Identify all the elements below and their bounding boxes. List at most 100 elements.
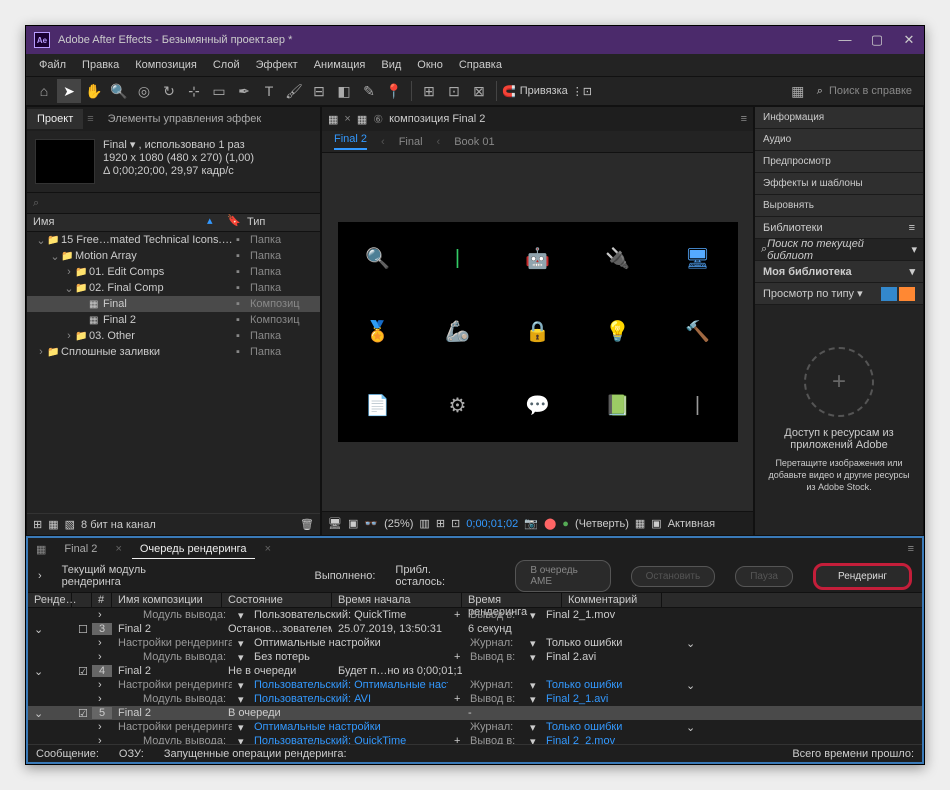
- ame-queue-button[interactable]: В очередь AME: [515, 560, 610, 592]
- puppet-tool[interactable]: 📍: [382, 79, 406, 103]
- zoom-value[interactable]: (25%): [384, 518, 413, 530]
- menu-Слой[interactable]: Слой: [206, 57, 247, 73]
- pause-button[interactable]: Пауза: [735, 566, 793, 587]
- tab-comp-final2[interactable]: Final 2: [56, 540, 105, 558]
- panel-Эффекты и шаблоны[interactable]: Эффекты и шаблоны: [755, 173, 923, 195]
- comp-icon[interactable]: ▧: [65, 518, 75, 531]
- roto-tool[interactable]: ✎: [357, 79, 381, 103]
- queue-body[interactable]: ›Модуль вывода:▾Пользовательский: QuickT…: [28, 608, 922, 744]
- anchor-tool[interactable]: ⊹: [182, 79, 206, 103]
- menu-Анимация[interactable]: Анимация: [307, 57, 373, 73]
- panel-menu-icon[interactable]: ≡: [83, 113, 97, 125]
- library-view-mode[interactable]: Просмотр по типу ▾: [755, 283, 923, 305]
- grid-icon[interactable]: ⊞: [436, 517, 445, 530]
- tree-row[interactable]: ▦Final▪Композиц: [27, 296, 320, 312]
- view-mode-icon[interactable]: ▦: [635, 517, 645, 530]
- stop-button[interactable]: Остановить: [631, 566, 716, 587]
- mask-icon[interactable]: ▣: [348, 517, 358, 530]
- tab-project[interactable]: Проект: [27, 109, 83, 129]
- snapshot-icon[interactable]: 📷: [524, 517, 538, 530]
- grid-view-icon[interactable]: [881, 287, 897, 301]
- orbit-tool[interactable]: ◎: [132, 79, 156, 103]
- panel-Аудио[interactable]: Аудио: [755, 129, 923, 151]
- folder-icon[interactable]: ▦: [48, 518, 58, 531]
- menu-Композиция[interactable]: Композиция: [128, 57, 204, 73]
- draft-icon[interactable]: ▣: [651, 517, 661, 530]
- panel-Выровнять[interactable]: Выровнять: [755, 195, 923, 217]
- queue-row[interactable]: ⌄☑5Final 2В очереди-: [28, 706, 922, 720]
- subtab-Final 2[interactable]: Final 2: [334, 133, 367, 150]
- tree-row[interactable]: ⌄📁15 Free…mated Technical Icons.aep▪Папк…: [27, 232, 320, 248]
- guides-icon[interactable]: ⊡: [451, 517, 460, 530]
- tree-row[interactable]: ›📁03. Other▪Папка: [27, 328, 320, 344]
- titlebar[interactable]: Ae Adobe After Effects - Безымянный прое…: [26, 26, 924, 54]
- minimize-button[interactable]: —: [838, 32, 852, 48]
- rotate-tool[interactable]: ↻: [157, 79, 181, 103]
- close-button[interactable]: ✕: [902, 32, 916, 48]
- tree-row[interactable]: ▦Final 2▪Композиц: [27, 312, 320, 328]
- region-icon[interactable]: ⬤: [544, 517, 556, 530]
- subtab-Book 01[interactable]: Book 01: [454, 136, 494, 148]
- menu-Правка[interactable]: Правка: [75, 57, 126, 73]
- project-tree[interactable]: ⌄📁15 Free…mated Technical Icons.aep▪Папк…: [27, 232, 320, 513]
- subtab-Final[interactable]: Final: [399, 136, 423, 148]
- maximize-button[interactable]: ▢: [870, 32, 884, 48]
- zoom-tool[interactable]: 🔍: [107, 79, 131, 103]
- delete-icon[interactable]: 🗑: [300, 518, 314, 531]
- panel-Предпросмотр[interactable]: Предпросмотр: [755, 151, 923, 173]
- queue-row[interactable]: ›Настройки рендеринга:▾Пользовательский:…: [28, 678, 922, 692]
- menu-Окно[interactable]: Окно: [410, 57, 450, 73]
- type-tool[interactable]: T: [257, 79, 281, 103]
- home-tool[interactable]: ⌂: [32, 79, 56, 103]
- panel-menu-icon[interactable]: ≡: [908, 543, 914, 555]
- tree-row[interactable]: ›📁01. Edit Comps▪Папка: [27, 264, 320, 280]
- quality-value[interactable]: (Четверть): [575, 518, 629, 530]
- local-axis-icon[interactable]: ⊞: [417, 79, 441, 103]
- layout-icon[interactable]: ▦: [328, 113, 338, 126]
- selection-tool[interactable]: ➤: [57, 79, 81, 103]
- project-search[interactable]: ⌕: [27, 192, 320, 214]
- viewport[interactable]: 🔍|🤖🔌🖥🏅🦾🔒💡🔨📄⚙💬📗|: [322, 153, 753, 511]
- queue-row[interactable]: ›Настройки рендеринга:▾Оптимальные настр…: [28, 636, 922, 650]
- library-selector[interactable]: Моя библиотека▾: [755, 261, 923, 283]
- hand-tool[interactable]: ✋: [82, 79, 106, 103]
- view-axis-icon[interactable]: ⊠: [467, 79, 491, 103]
- menu-Эффект[interactable]: Эффект: [249, 57, 305, 73]
- clone-tool[interactable]: ⊟: [307, 79, 331, 103]
- library-search[interactable]: ⌕ Поиск по текущей библиот ▾: [755, 239, 923, 261]
- panel-menu-icon[interactable]: ≡: [909, 222, 915, 234]
- eraser-tool[interactable]: ◧: [332, 79, 356, 103]
- brush-tool[interactable]: 🖌: [282, 79, 306, 103]
- world-axis-icon[interactable]: ⊡: [442, 79, 466, 103]
- list-view-icon[interactable]: [899, 287, 915, 301]
- queue-row[interactable]: ›Модуль вывода:▾Пользовательский: QuickT…: [28, 734, 922, 744]
- shape-tool[interactable]: ▭: [207, 79, 231, 103]
- render-button[interactable]: Рендеринг: [813, 563, 912, 590]
- workspace-icon[interactable]: ▦: [786, 79, 810, 103]
- tree-row[interactable]: ⌄📁Motion Array▪Папка: [27, 248, 320, 264]
- tab-render-queue[interactable]: Очередь рендеринга: [132, 540, 255, 559]
- queue-row[interactable]: ⌄☐3Final 2Останов…зователем25.07.2019, 1…: [28, 622, 922, 636]
- queue-row[interactable]: ›Настройки рендеринга:▾Оптимальные настр…: [28, 720, 922, 734]
- camera-label[interactable]: Активная: [668, 518, 715, 530]
- add-circle-icon[interactable]: +: [804, 347, 874, 417]
- libraries-header[interactable]: Библиотеки≡: [755, 217, 923, 239]
- queue-row[interactable]: ›Модуль вывода:▾Без потерь+Вывод в:▾Fina…: [28, 650, 922, 664]
- toggle-transparent-icon[interactable]: 👓: [364, 517, 378, 530]
- snap-toggle[interactable]: 🧲 Привязка ⋮⊡: [502, 85, 592, 98]
- panel-Информация[interactable]: Информация: [755, 107, 923, 129]
- pen-tool[interactable]: ✒: [232, 79, 256, 103]
- tree-row[interactable]: ›📁Сплошные заливки▪Папка: [27, 344, 320, 360]
- resolution-icon[interactable]: ▥: [419, 517, 429, 530]
- queue-row[interactable]: ›Модуль вывода:▾Пользовательский: QuickT…: [28, 608, 922, 622]
- tab-effect-controls[interactable]: Элементы управления эффек: [98, 109, 272, 129]
- chevron-right-icon[interactable]: ›: [38, 570, 42, 582]
- queue-row[interactable]: ›Модуль вывода:▾Пользовательский: AVI+Вы…: [28, 692, 922, 706]
- search-input[interactable]: Поиск в справке: [829, 85, 912, 97]
- timecode[interactable]: 0;00;01;02: [466, 518, 518, 530]
- menu-Файл[interactable]: Файл: [32, 57, 73, 73]
- menu-Вид[interactable]: Вид: [374, 57, 408, 73]
- tree-row[interactable]: ⌄📁02. Final Comp▪Папка: [27, 280, 320, 296]
- queue-row[interactable]: ⌄☑4Final 2Не в очередиБудет п…но из 0;00…: [28, 664, 922, 678]
- interpret-icon[interactable]: ⊞: [33, 518, 42, 531]
